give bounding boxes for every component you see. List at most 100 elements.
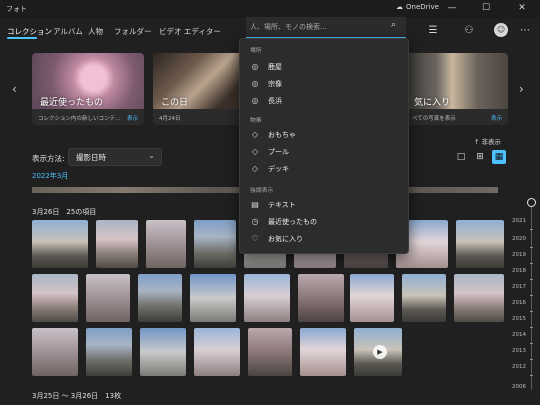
timeline-tick bbox=[530, 247, 533, 248]
section-places: 場所 bbox=[250, 48, 262, 54]
photo-thumbnail[interactable] bbox=[194, 328, 240, 376]
card-view-link[interactable]: 表示 bbox=[491, 114, 502, 122]
tab-collection[interactable]: コレクション bbox=[7, 26, 52, 37]
chevron-down-icon: ⌄ bbox=[148, 151, 155, 160]
suggestion-recent[interactable]: ◷ 最近使ったもの bbox=[248, 214, 398, 229]
photo-thumbnail[interactable] bbox=[86, 274, 130, 322]
app-title: フォト bbox=[6, 5, 27, 13]
photo-thumbnail[interactable] bbox=[402, 274, 446, 322]
photo-thumbnail[interactable] bbox=[244, 274, 290, 322]
photo-thumbnail[interactable] bbox=[298, 274, 344, 322]
photo-thumbnail[interactable] bbox=[194, 220, 236, 268]
search-box[interactable]: ⌕ bbox=[246, 17, 406, 38]
section-highlights: 強調表示 bbox=[250, 188, 274, 194]
card-view-link[interactable]: 表示 bbox=[127, 114, 138, 122]
onedrive-status[interactable]: ☁ OneDrive bbox=[396, 3, 439, 11]
tab-folders[interactable]: フォルダー bbox=[114, 26, 152, 37]
card-caption: コレクション内の新しいコンテ... bbox=[38, 116, 121, 122]
timeline-track[interactable] bbox=[531, 205, 532, 390]
carousel-prev-icon[interactable]: ‹ bbox=[12, 82, 17, 96]
timeline-handle[interactable] bbox=[527, 198, 536, 207]
sort-label: 表示方法: bbox=[32, 154, 65, 163]
photo-thumbnail[interactable] bbox=[300, 328, 346, 376]
hide-button[interactable]: ↑ 非表示 bbox=[474, 136, 501, 146]
search-icon[interactable]: ⌕ bbox=[391, 20, 396, 30]
more-icon[interactable]: ⋯ bbox=[516, 22, 534, 40]
search-suggestions-panel: 場所 ◎ 鹿屋 ◎ 宗像 ◎ 長浜 物事 ◇ おもちゃ ◇ プール ◇ デッキ 強調表示 ▤… bbox=[239, 38, 409, 254]
timeline-tick bbox=[530, 359, 533, 360]
close-button[interactable]: ✕ bbox=[510, 1, 534, 15]
maximize-button[interactable]: ☐ bbox=[474, 1, 498, 15]
photo-thumbnail[interactable] bbox=[248, 328, 292, 376]
tab-album[interactable]: アルバム bbox=[53, 26, 83, 37]
timeline-year-label[interactable]: 2017 bbox=[512, 284, 526, 290]
section-things: 物事 bbox=[250, 118, 262, 124]
list-filter-icon[interactable]: ☰ bbox=[424, 22, 442, 40]
minimize-button[interactable]: — bbox=[440, 1, 464, 15]
timeline-year-label[interactable]: 2016 bbox=[512, 300, 526, 306]
suggestion-place[interactable]: ◎ 長浜 bbox=[248, 93, 398, 108]
location-icon: ◎ bbox=[251, 79, 259, 88]
photo-thumbnail[interactable] bbox=[86, 328, 132, 376]
timeline-year-label[interactable]: 2006 bbox=[512, 384, 526, 390]
card-title: 最近使ったもの bbox=[40, 98, 104, 108]
timeline-year-label[interactable]: 2021 bbox=[512, 218, 526, 224]
active-tab-indicator bbox=[7, 37, 37, 39]
suggestion-place[interactable]: ◎ 宗像 bbox=[248, 76, 398, 91]
hero-card-recent[interactable]: 最近使ったもの コレクション内の新しいコンテ... 表示 bbox=[32, 53, 144, 125]
date-group-header: 3月25日 ～ 3月26日 13枚 bbox=[32, 392, 122, 400]
card-caption: 4月24日 bbox=[159, 116, 181, 122]
timeline-tick bbox=[530, 343, 533, 344]
suggestion-thing[interactable]: ◇ おもちゃ bbox=[248, 127, 398, 142]
medium-grid-button[interactable]: ⊞ bbox=[473, 150, 487, 164]
clock-icon: ◷ bbox=[251, 217, 259, 226]
photo-thumbnail[interactable] bbox=[350, 274, 394, 322]
suggestion-favorites[interactable]: ♡ お気に入り bbox=[248, 231, 398, 246]
play-icon[interactable]: ▶ bbox=[373, 345, 387, 359]
photo-thumbnail[interactable] bbox=[32, 274, 78, 322]
photo-thumbnail[interactable] bbox=[140, 328, 186, 376]
location-icon: ◎ bbox=[251, 96, 259, 105]
photo-thumbnail[interactable] bbox=[190, 274, 236, 322]
carousel-next-icon[interactable]: › bbox=[519, 82, 524, 96]
hero-card-this-day[interactable]: この日 4月24日 bbox=[153, 53, 245, 125]
avatar[interactable]: ☺ bbox=[494, 23, 508, 37]
timeline-year-label[interactable]: 2014 bbox=[512, 332, 526, 338]
tag-icon: ◇ bbox=[251, 130, 259, 139]
search-input[interactable] bbox=[250, 20, 378, 33]
timeline-year-label[interactable]: 2013 bbox=[512, 348, 526, 354]
sort-dropdown[interactable]: 撮影日時 ⌄ bbox=[68, 148, 162, 166]
suggestion-text[interactable]: ▤ テキスト bbox=[248, 197, 398, 212]
photo-thumbnail[interactable] bbox=[32, 220, 88, 268]
tab-video-editor[interactable]: ビデオ エディター bbox=[159, 26, 221, 37]
month-label: 2022年3月 bbox=[32, 172, 69, 180]
people-icon[interactable]: ⚇ bbox=[460, 22, 478, 40]
suggestion-thing[interactable]: ◇ プール bbox=[248, 144, 398, 159]
date-group-header: 3月26日 25の項目 bbox=[32, 208, 97, 216]
photo-thumbnail[interactable] bbox=[32, 328, 78, 376]
timeline-year-label[interactable]: 2018 bbox=[512, 268, 526, 274]
photo-thumbnail[interactable] bbox=[456, 220, 504, 268]
tag-icon: ◇ bbox=[251, 164, 259, 173]
photo-thumbnail[interactable] bbox=[138, 274, 182, 322]
suggestion-place[interactable]: ◎ 鹿屋 bbox=[248, 59, 398, 74]
sort-value: 撮影日時 bbox=[76, 153, 106, 162]
suggestion-thing[interactable]: ◇ デッキ bbox=[248, 161, 398, 176]
photo-thumbnail[interactable] bbox=[146, 220, 186, 268]
cloud-icon: ☁ bbox=[396, 3, 403, 11]
photo-thumbnail[interactable] bbox=[96, 220, 138, 268]
timeline-year-label[interactable]: 2012 bbox=[512, 364, 526, 370]
large-grid-button[interactable]: ▦ bbox=[492, 150, 506, 164]
card-title: 気に入り bbox=[414, 98, 451, 108]
timeline-tick bbox=[530, 327, 533, 328]
tab-people[interactable]: 人物 bbox=[88, 26, 103, 37]
small-grid-button[interactable]: □ bbox=[454, 150, 468, 164]
timeline-year-label[interactable]: 2020 bbox=[512, 236, 526, 242]
hero-card-favorites[interactable]: 気に入り べての写真を表示 表示 bbox=[406, 53, 508, 125]
timeline-tick bbox=[530, 279, 533, 280]
title-bar: フォト ☁ OneDrive — ☐ ✕ bbox=[0, 0, 540, 18]
timeline-year-label[interactable]: 2015 bbox=[512, 316, 526, 322]
timeline-year-label[interactable]: 2019 bbox=[512, 252, 526, 258]
photo-thumbnail[interactable] bbox=[454, 274, 504, 322]
heart-icon: ♡ bbox=[251, 234, 259, 243]
